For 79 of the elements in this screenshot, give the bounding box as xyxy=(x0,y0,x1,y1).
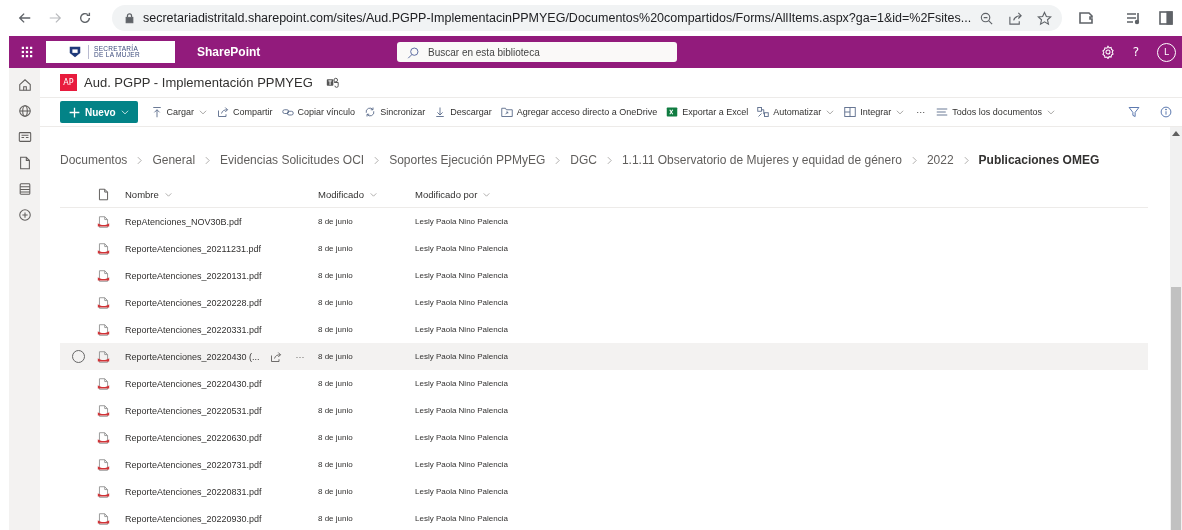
toolbar-button[interactable]: Automatizar xyxy=(753,100,840,124)
breadcrumb-link[interactable]: 1.1.11 Observatorio de Mujeres y equidad de género xyxy=(621,153,902,167)
modified-date: 8 de junio xyxy=(318,514,353,523)
modified-by-name: Lesly Paola Nino Palencia xyxy=(415,271,508,280)
table-row[interactable]: ReporteAtenciones_20220331.pdf 8 de junio Lesly Paola Nino Palencia xyxy=(60,316,1148,343)
file-name-link[interactable]: ReporteAtenciones_20220430.pdf xyxy=(125,378,262,389)
table-row[interactable]: ReporteAtenciones_20220831.pdf 8 de junio Lesly Paola Nino Palencia xyxy=(60,478,1148,505)
modified-date: 8 de junio xyxy=(318,325,353,334)
site-title[interactable]: Aud. PGPP - Implementación PPMYEG xyxy=(84,75,313,90)
modified-date: 8 de junio xyxy=(318,217,353,226)
breadcrumb-link[interactable]: General xyxy=(152,153,196,167)
toolbar-button[interactable]: Sincronizar xyxy=(360,100,430,124)
column-header[interactable]: Nombre xyxy=(125,188,318,200)
site-logo: AP xyxy=(60,74,77,91)
modified-by-name: Lesly Paola Nino Palencia xyxy=(415,406,508,415)
app-name[interactable]: SharePoint xyxy=(197,45,397,59)
toolbar-button[interactable]: Exportar a Excel xyxy=(662,100,753,124)
file-name-link[interactable]: ReporteAtenciones_20220430 (... xyxy=(125,351,260,362)
new-button[interactable]: Nuevo xyxy=(60,101,138,123)
modified-date: 8 de junio xyxy=(318,298,353,307)
file-name-link[interactable]: ReporteAtenciones_20220331.pdf xyxy=(125,324,262,335)
modified-by-name: Lesly Paola Nino Palencia xyxy=(415,352,508,361)
file-name-link[interactable]: ReporteAtenciones_20211231.pdf xyxy=(125,243,261,254)
file-name-link[interactable]: ReporteAtenciones_20220531.pdf xyxy=(125,405,262,416)
file-name-link[interactable]: ReporteAtenciones_20220930.pdf xyxy=(125,513,262,524)
table-row[interactable]: ReporteAtenciones_20220531.pdf 8 de junio Lesly Paola Nino Palencia xyxy=(60,397,1148,424)
breadcrumb-link[interactable]: 2022 xyxy=(926,153,954,167)
file-name-link[interactable]: ReporteAtenciones_20220228.pdf xyxy=(125,297,262,308)
table-row[interactable]: ReporteAtenciones_20220930.pdf 8 de junio Lesly Paola Nino Palencia xyxy=(60,505,1148,530)
file-name-link[interactable]: ReporteAtenciones_20220731.pdf xyxy=(125,459,262,470)
modified-by-name: Lesly Paola Nino Palencia xyxy=(415,514,508,523)
modified-date: 8 de junio xyxy=(318,406,353,415)
column-header[interactable]: Modificado xyxy=(318,188,415,200)
toolbar-button[interactable]: Cargar xyxy=(146,100,213,124)
modified-date: 8 de junio xyxy=(318,244,353,253)
more-button[interactable]: ··· xyxy=(912,100,930,124)
table-row[interactable]: ReporteAtenciones_20220131.pdf 8 de junio Lesly Paola Nino Palencia xyxy=(60,262,1148,289)
view-selector[interactable]: Todos los documentos xyxy=(932,100,1060,124)
table-row[interactable]: ReporteAtenciones_20220430.pdf 8 de junio Lesly Paola Nino Palencia xyxy=(60,370,1148,397)
modified-by-name: Lesly Paola Nino Palencia xyxy=(415,244,508,253)
breadcrumb-link[interactable]: DGC xyxy=(570,153,597,167)
modified-by-name: Lesly Paola Nino Palencia xyxy=(415,487,508,496)
table-row[interactable]: ReporteAtenciones_20220430 (... ··· 8 de junio Lesly Paola Nino Palencia xyxy=(60,343,1148,370)
toolbar-button[interactable]: Agregar acceso directo a OneDrive xyxy=(496,100,662,124)
help-button[interactable]: ? xyxy=(1132,45,1139,59)
breadcrumb-link[interactable]: Publicaciones OMEG xyxy=(978,153,1100,167)
url-text: secretariadistritald.sharepoint.com/sites/Aud.PGPP-ImplementacinPPMYEG/Documentos%20compartidos/Forms/AllItems.aspx?ga=1&id=%2Fsites... xyxy=(143,11,972,25)
breadcrumb-link[interactable]: Soportes Ejecución PPMyEG xyxy=(389,153,546,167)
modified-date: 8 de junio xyxy=(318,487,353,496)
modified-by-name: Lesly Paola Nino Palencia xyxy=(415,325,508,334)
modified-date: 8 de junio xyxy=(318,271,353,280)
toolbar-button[interactable]: Copiar vínculo xyxy=(277,100,360,124)
modified-by-name: Lesly Paola Nino Palencia xyxy=(415,379,508,388)
modified-by-name: Lesly Paola Nino Palencia xyxy=(415,217,508,226)
table-row[interactable]: ReporteAtenciones_20220228.pdf 8 de junio Lesly Paola Nino Palencia xyxy=(60,289,1148,316)
file-name-link[interactable]: ReporteAtenciones_20220630.pdf xyxy=(125,432,262,443)
table-row[interactable]: ReporteAtenciones_20220630.pdf 8 de junio Lesly Paola Nino Palencia xyxy=(60,424,1148,451)
address-bar[interactable]: secretariadistritald.sharepoint.com/sites/Aud.PGPP-ImplementacinPPMYEG/Documentos%20compartidos/Forms/AllItems.aspx?ga=1&id=%2Fsites... xyxy=(112,5,1063,31)
breadcrumb-link[interactable]: Evidencias Solicitudes OCI xyxy=(220,153,365,167)
toolbar-button[interactable]: Descargar xyxy=(430,100,496,124)
toolbar-button[interactable]: Compartir xyxy=(213,100,277,124)
modified-date: 8 de junio xyxy=(318,433,353,442)
more-button[interactable]: ··· xyxy=(295,351,305,362)
modified-date: 8 de junio xyxy=(318,379,353,388)
breadcrumb-link[interactable]: Documentos xyxy=(60,153,128,167)
modified-date: 8 de junio xyxy=(318,460,353,469)
toolbar-button[interactable]: Integrar xyxy=(840,100,910,124)
modified-by-name: Lesly Paola Nino Palencia xyxy=(415,433,508,442)
file-name-link[interactable]: RepAtenciones_NOV30B.pdf xyxy=(125,216,242,227)
table-row[interactable]: ReporteAtenciones_20211231.pdf 8 de junio Lesly Paola Nino Palencia xyxy=(60,235,1148,262)
modified-by-name: Lesly Paola Nino Palencia xyxy=(415,460,508,469)
table-row[interactable]: ReporteAtenciones_20220731.pdf 8 de junio Lesly Paola Nino Palencia xyxy=(60,451,1148,478)
file-name-link[interactable]: ReporteAtenciones_20220831.pdf xyxy=(125,486,262,497)
table-row[interactable]: RepAtenciones_NOV30B.pdf 8 de junio Lesly Paola Nino Palencia xyxy=(60,208,1148,235)
modified-by-name: Lesly Paola Nino Palencia xyxy=(415,298,508,307)
modified-date: 8 de junio xyxy=(318,352,353,361)
search-field[interactable]: Buscar en esta biblioteca xyxy=(397,42,677,62)
file-name-link[interactable]: ReporteAtenciones_20220131.pdf xyxy=(125,270,262,281)
column-header[interactable]: Modificado por xyxy=(415,188,615,200)
